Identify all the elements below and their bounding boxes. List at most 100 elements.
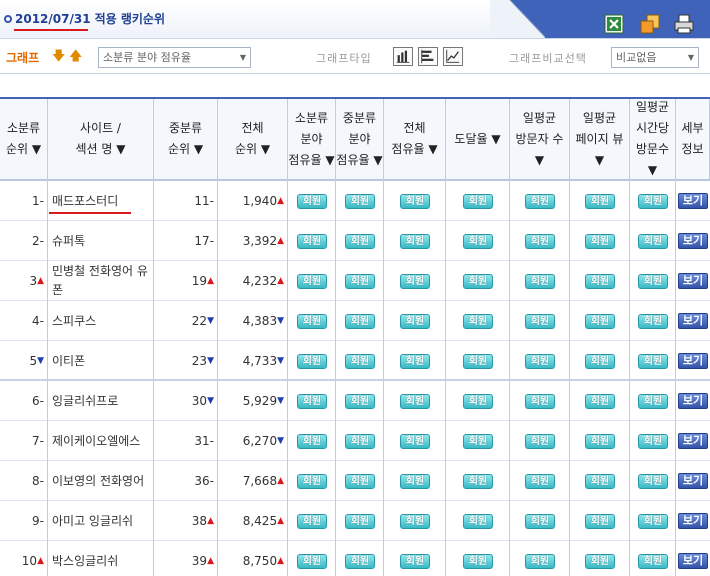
bar-chart-icon[interactable] <box>393 47 413 66</box>
cell-site-name[interactable]: 잉글리쉬프로 <box>48 381 154 421</box>
view-detail-button[interactable]: 보기 <box>678 313 708 329</box>
member-only-button[interactable]: 회원 <box>345 353 375 369</box>
member-only-button[interactable]: 회원 <box>525 193 555 209</box>
horizontal-bar-chart-icon[interactable] <box>418 47 438 66</box>
member-only-button[interactable]: 회원 <box>638 273 668 289</box>
member-only-button[interactable]: 회원 <box>297 273 327 289</box>
member-only-button[interactable]: 회원 <box>525 433 555 449</box>
member-only-button[interactable]: 회원 <box>400 393 430 409</box>
member-only-button[interactable]: 회원 <box>400 273 430 289</box>
view-detail-button[interactable]: 보기 <box>678 193 708 209</box>
member-only-button[interactable]: 회원 <box>585 433 615 449</box>
member-only-button[interactable]: 회원 <box>463 553 493 569</box>
member-only-button[interactable]: 회원 <box>585 193 615 209</box>
header-site-name[interactable]: 사이트 / 섹션 명 ▼ <box>48 99 154 179</box>
member-only-button[interactable]: 회원 <box>463 433 493 449</box>
header-sub-share[interactable]: 소분류 분야 점유율 ▼ <box>288 99 336 179</box>
cell-site-name[interactable]: 박스잉글리쉬 <box>48 541 154 576</box>
member-only-button[interactable]: 회원 <box>297 473 327 489</box>
member-only-button[interactable]: 회원 <box>638 473 668 489</box>
cell-site-name[interactable]: 제이케이오엘에스 <box>48 421 154 461</box>
member-only-button[interactable]: 회원 <box>525 513 555 529</box>
member-only-button[interactable]: 회원 <box>585 233 615 249</box>
member-only-button[interactable]: 회원 <box>297 313 327 329</box>
member-only-button[interactable]: 회원 <box>463 393 493 409</box>
arrow-up-icon[interactable]: 🡅 <box>69 47 82 69</box>
member-only-button[interactable]: 회원 <box>400 553 430 569</box>
view-detail-button[interactable]: 보기 <box>678 273 708 289</box>
member-only-button[interactable]: 회원 <box>638 393 668 409</box>
cell-site-name[interactable]: 이티폰 <box>48 341 154 381</box>
member-only-button[interactable]: 회원 <box>585 273 615 289</box>
view-detail-button[interactable]: 보기 <box>678 513 708 529</box>
member-only-button[interactable]: 회원 <box>463 233 493 249</box>
member-only-button[interactable]: 회원 <box>585 513 615 529</box>
cell-site-name[interactable]: 매드포스터디 <box>48 181 154 221</box>
member-only-button[interactable]: 회원 <box>525 353 555 369</box>
member-only-button[interactable]: 회원 <box>297 433 327 449</box>
member-only-button[interactable]: 회원 <box>345 233 375 249</box>
view-detail-button[interactable]: 보기 <box>678 233 708 249</box>
member-only-button[interactable]: 회원 <box>638 433 668 449</box>
category-select[interactable]: 소분류 분야 점유율 ▼ <box>98 47 251 68</box>
member-only-button[interactable]: 회원 <box>525 393 555 409</box>
member-only-button[interactable]: 회원 <box>400 233 430 249</box>
member-only-button[interactable]: 회원 <box>297 513 327 529</box>
member-only-button[interactable]: 회원 <box>463 273 493 289</box>
header-mid-rank[interactable]: 중분류 순위 ▼ <box>154 99 218 179</box>
member-only-button[interactable]: 회원 <box>345 393 375 409</box>
header-reach[interactable]: 도달율 ▼ <box>446 99 510 179</box>
member-only-button[interactable]: 회원 <box>297 553 327 569</box>
arrow-down-icon[interactable]: 🡇 <box>52 47 65 69</box>
header-rank[interactable]: 소분류 순위 ▼ <box>0 99 48 179</box>
member-only-button[interactable]: 회원 <box>297 393 327 409</box>
member-only-button[interactable]: 회원 <box>297 353 327 369</box>
member-only-button[interactable]: 회원 <box>400 473 430 489</box>
member-only-button[interactable]: 회원 <box>345 273 375 289</box>
member-only-button[interactable]: 회원 <box>638 193 668 209</box>
line-chart-icon[interactable] <box>443 47 463 66</box>
cell-site-name[interactable]: 아미고 잉글리쉬 <box>48 501 154 541</box>
member-only-button[interactable]: 회원 <box>400 193 430 209</box>
header-hourly-visits[interactable]: 일평균 시간당 방문수 ▼ <box>630 99 676 179</box>
header-total-rank[interactable]: 전체 순위 ▼ <box>218 99 288 179</box>
member-only-button[interactable]: 회원 <box>638 353 668 369</box>
header-mid-share[interactable]: 중분류 분야 점유율 ▼ <box>336 99 384 179</box>
copy-icon[interactable] <box>640 14 660 34</box>
member-only-button[interactable]: 회원 <box>345 313 375 329</box>
member-only-button[interactable]: 회원 <box>345 513 375 529</box>
member-only-button[interactable]: 회원 <box>345 193 375 209</box>
cell-site-name[interactable]: 민병철 전화영어 유폰 <box>48 261 154 301</box>
member-only-button[interactable]: 회원 <box>585 313 615 329</box>
member-only-button[interactable]: 회원 <box>463 513 493 529</box>
member-only-button[interactable]: 회원 <box>638 313 668 329</box>
cell-site-name[interactable]: 슈퍼톡 <box>48 221 154 261</box>
member-only-button[interactable]: 회원 <box>638 513 668 529</box>
header-total-share[interactable]: 전체 점유율 ▼ <box>384 99 446 179</box>
member-only-button[interactable]: 회원 <box>297 193 327 209</box>
view-detail-button[interactable]: 보기 <box>678 553 708 569</box>
member-only-button[interactable]: 회원 <box>400 433 430 449</box>
member-only-button[interactable]: 회원 <box>400 513 430 529</box>
member-only-button[interactable]: 회원 <box>525 553 555 569</box>
member-only-button[interactable]: 회원 <box>345 473 375 489</box>
member-only-button[interactable]: 회원 <box>585 473 615 489</box>
member-only-button[interactable]: 회원 <box>585 393 615 409</box>
member-only-button[interactable]: 회원 <box>525 473 555 489</box>
print-icon[interactable] <box>674 14 694 34</box>
member-only-button[interactable]: 회원 <box>400 353 430 369</box>
compare-select[interactable]: 비교없음 ▼ <box>611 47 699 68</box>
member-only-button[interactable]: 회원 <box>463 313 493 329</box>
member-only-button[interactable]: 회원 <box>638 233 668 249</box>
member-only-button[interactable]: 회원 <box>463 193 493 209</box>
member-only-button[interactable]: 회원 <box>297 233 327 249</box>
header-daily-visitors[interactable]: 일평균 방문자 수 ▼ <box>510 99 570 179</box>
member-only-button[interactable]: 회원 <box>585 553 615 569</box>
view-detail-button[interactable]: 보기 <box>678 393 708 409</box>
member-only-button[interactable]: 회원 <box>400 313 430 329</box>
view-detail-button[interactable]: 보기 <box>678 433 708 449</box>
cell-site-name[interactable]: 이보영의 전화영어 <box>48 461 154 501</box>
member-only-button[interactable]: 회원 <box>525 273 555 289</box>
member-only-button[interactable]: 회원 <box>345 433 375 449</box>
view-detail-button[interactable]: 보기 <box>678 473 708 489</box>
